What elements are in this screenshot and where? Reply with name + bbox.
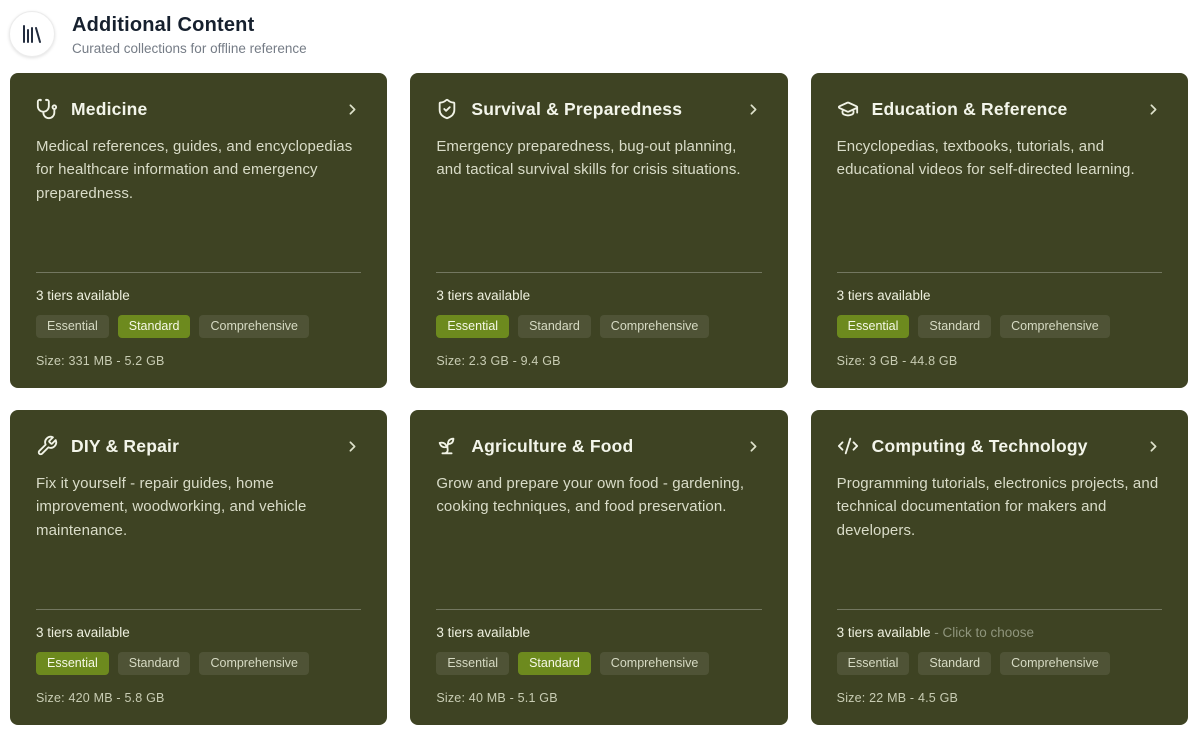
card-title: Computing & Technology: [872, 436, 1132, 457]
card-description: Encyclopedias, textbooks, tutorials, and…: [837, 135, 1162, 182]
tier-badge[interactable]: Standard: [118, 652, 191, 675]
chevron-right-icon: [745, 438, 762, 455]
tier-badge[interactable]: Essential: [36, 315, 109, 338]
tiers-available-label: 3 tiers available: [436, 288, 761, 303]
divider: [837, 609, 1162, 610]
shield-check-icon: [436, 98, 458, 120]
card-description: Emergency preparedness, bug-out planning…: [436, 135, 761, 182]
card-title: Medicine: [71, 99, 331, 120]
card-description: Programming tutorials, electronics proje…: [837, 472, 1162, 542]
divider: [837, 272, 1162, 273]
chevron-right-icon: [1145, 438, 1162, 455]
card-diy-repair[interactable]: DIY & Repair Fix it yourself - repair gu…: [10, 410, 387, 725]
size-label: Size: 3 GB - 44.8 GB: [837, 354, 1162, 368]
tier-badge[interactable]: Standard: [918, 652, 991, 675]
tier-badge[interactable]: Comprehensive: [600, 315, 710, 338]
tier-badge[interactable]: Standard: [518, 315, 591, 338]
books-icon: [9, 11, 55, 57]
card-title: DIY & Repair: [71, 436, 331, 457]
stethoscope-icon: [36, 98, 58, 120]
tier-badge[interactable]: Comprehensive: [199, 652, 309, 675]
tiers-available-label: 3 tiers available: [36, 288, 361, 303]
tier-badge[interactable]: Essential: [436, 652, 509, 675]
tier-badge[interactable]: Comprehensive: [1000, 315, 1110, 338]
content-cards-grid: Medicine Medical references, guides, and…: [0, 57, 1200, 725]
size-label: Size: 331 MB - 5.2 GB: [36, 354, 361, 368]
tier-badge[interactable]: Essential: [436, 315, 509, 338]
tier-badge[interactable]: Comprehensive: [600, 652, 710, 675]
tier-badge[interactable]: Essential: [36, 652, 109, 675]
divider: [436, 609, 761, 610]
wrench-icon: [36, 435, 58, 457]
tier-badge[interactable]: Comprehensive: [1000, 652, 1110, 675]
tier-badge[interactable]: Standard: [518, 652, 591, 675]
tier-badge[interactable]: Standard: [918, 315, 991, 338]
tiers-available-label: 3 tiers available - Click to choose: [837, 625, 1162, 640]
tiers-available-label: 3 tiers available: [36, 625, 361, 640]
size-label: Size: 420 MB - 5.8 GB: [36, 691, 361, 705]
sprout-icon: [436, 435, 458, 457]
tier-hint[interactable]: - Click to choose: [934, 625, 1034, 640]
page-title: Additional Content: [72, 11, 307, 37]
graduation-cap-icon: [837, 98, 859, 120]
page-header: Additional Content Curated collections f…: [0, 0, 1200, 57]
size-label: Size: 22 MB - 4.5 GB: [837, 691, 1162, 705]
tier-badge[interactable]: Essential: [837, 652, 910, 675]
chevron-right-icon: [1145, 101, 1162, 118]
tiers-available-label: 3 tiers available: [436, 625, 761, 640]
divider: [36, 272, 361, 273]
card-computing-technology[interactable]: Computing & Technology Programming tutor…: [811, 410, 1188, 725]
tier-badge[interactable]: Essential: [837, 315, 910, 338]
divider: [36, 609, 361, 610]
size-label: Size: 2.3 GB - 9.4 GB: [436, 354, 761, 368]
card-agriculture-food[interactable]: Agriculture & Food Grow and prepare your…: [410, 410, 787, 725]
divider: [436, 272, 761, 273]
card-medicine[interactable]: Medicine Medical references, guides, and…: [10, 73, 387, 388]
chevron-right-icon: [344, 438, 361, 455]
code-icon: [837, 435, 859, 457]
card-title: Education & Reference: [872, 99, 1132, 120]
card-title: Agriculture & Food: [471, 436, 731, 457]
card-survival-preparedness[interactable]: Survival & Preparedness Emergency prepar…: [410, 73, 787, 388]
card-title: Survival & Preparedness: [471, 99, 731, 120]
card-description: Medical references, guides, and encyclop…: [36, 135, 361, 205]
chevron-right-icon: [344, 101, 361, 118]
tier-badge[interactable]: Standard: [118, 315, 191, 338]
page-subtitle: Curated collections for offline referenc…: [72, 41, 307, 56]
card-description: Fix it yourself - repair guides, home im…: [36, 472, 361, 542]
tier-badge[interactable]: Comprehensive: [199, 315, 309, 338]
tiers-available-label: 3 tiers available: [837, 288, 1162, 303]
chevron-right-icon: [745, 101, 762, 118]
card-education-reference[interactable]: Education & Reference Encyclopedias, tex…: [811, 73, 1188, 388]
size-label: Size: 40 MB - 5.1 GB: [436, 691, 761, 705]
card-description: Grow and prepare your own food - gardeni…: [436, 472, 761, 519]
